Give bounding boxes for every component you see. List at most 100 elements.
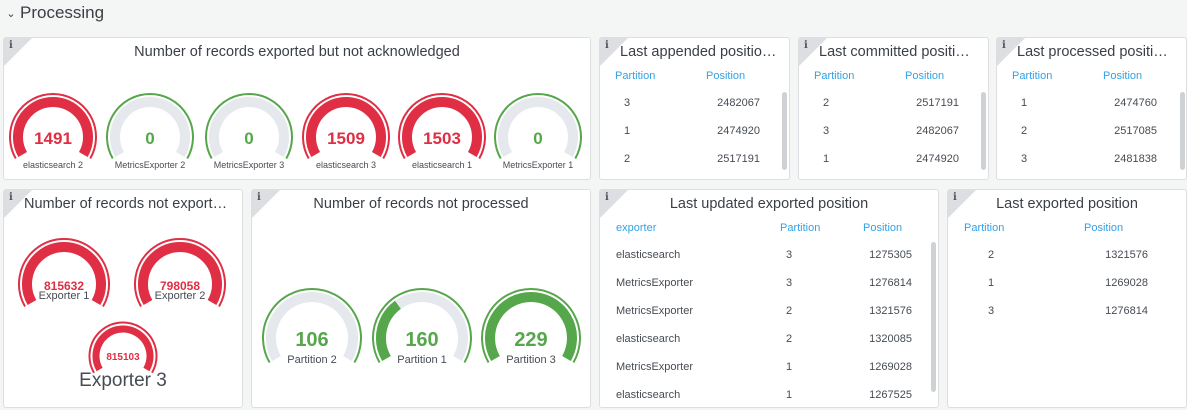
- column-header-partition[interactable]: Partition: [780, 222, 820, 234]
- cell-exporter: elasticsearch: [616, 333, 681, 345]
- cell-position: 2474920: [717, 125, 760, 137]
- cell-exporter: MetricsExporter: [616, 277, 694, 289]
- gauge: 160 Partition 1: [370, 286, 474, 390]
- gauge: 229 Partition 3: [479, 286, 583, 390]
- cell-position: 2481838: [1114, 153, 1157, 165]
- column-header-partition[interactable]: Partition: [964, 222, 1004, 234]
- gauge-label: Exporter 3: [79, 370, 167, 391]
- cell-position: 2482067: [916, 125, 959, 137]
- cell-partition: 3: [988, 305, 995, 317]
- cell-exporter: elasticsearch: [616, 249, 681, 261]
- cell-position: 2482067: [717, 97, 760, 109]
- panel-title[interactable]: Number of records exported but not ackno…: [4, 44, 590, 60]
- panel-title[interactable]: Last updated exported position: [600, 196, 938, 212]
- gauge: 798058 Exporter 2: [132, 236, 228, 332]
- cell-partition: 1: [823, 153, 830, 165]
- gauge-value: 1503: [423, 129, 461, 149]
- cell-partition: 3: [786, 277, 793, 289]
- info-icon[interactable]: i: [1002, 40, 1006, 51]
- cell-position: 1269028: [869, 361, 912, 373]
- info-icon[interactable]: i: [804, 40, 808, 51]
- gauge-label: Exporter 2: [154, 290, 206, 302]
- gauge-label: Partition 3: [506, 354, 556, 366]
- row-header[interactable]: ⌄ Processing: [6, 2, 104, 24]
- gauge-value: 1491: [34, 129, 72, 149]
- cell-position: 2474920: [916, 153, 959, 165]
- info-icon[interactable]: i: [9, 192, 13, 203]
- cell-partition: 1: [786, 361, 793, 373]
- panel-not-processed: i Number of records not processed 106 Par…: [251, 189, 591, 408]
- cell-partition: 3: [823, 125, 830, 137]
- cell-position: 1321576: [1105, 249, 1148, 261]
- cell-position: 1275305: [869, 249, 912, 261]
- gauge-value: 160: [405, 329, 439, 351]
- scrollbar[interactable]: [931, 242, 936, 392]
- panel-last-processed: i Last processed positi… Partition Posit…: [996, 37, 1187, 180]
- panel-title[interactable]: Number of records not export…: [24, 196, 236, 212]
- scrollbar[interactable]: [1180, 92, 1185, 170]
- panel-title[interactable]: Last appended positio…: [620, 44, 783, 60]
- column-header-position[interactable]: Position: [863, 222, 902, 234]
- column-header-position[interactable]: Position: [1103, 70, 1142, 82]
- cell-partition: 2: [786, 305, 793, 317]
- chevron-down-icon[interactable]: ⌄: [6, 7, 16, 20]
- panel-title[interactable]: Number of records not processed: [252, 196, 590, 212]
- cell-position: 2517085: [1114, 125, 1157, 137]
- column-header-partition[interactable]: Partition: [1012, 70, 1052, 82]
- gauge: 106 Partition 2: [260, 286, 364, 390]
- gauge-value: 0: [145, 129, 155, 149]
- scrollbar[interactable]: [782, 92, 787, 170]
- cell-position: 2517191: [717, 153, 760, 165]
- cell-exporter: elasticsearch: [616, 389, 681, 401]
- cell-partition: 1: [988, 277, 995, 289]
- scrollbar[interactable]: [981, 92, 986, 170]
- gauge-value: 815103: [106, 351, 140, 363]
- cell-partition: 3: [624, 97, 631, 109]
- cell-exporter: MetricsExporter: [616, 305, 694, 317]
- gauge: 815103 Exporter 3: [79, 321, 167, 391]
- panel-exported-not-acknowledged: i Number of records exported but not ack…: [3, 37, 591, 180]
- cell-partition: 2: [624, 153, 631, 165]
- column-header-exporter[interactable]: exporter: [616, 222, 656, 234]
- info-icon[interactable]: i: [605, 40, 609, 51]
- cell-partition: 1: [624, 125, 631, 137]
- cell-position: 1276814: [1105, 305, 1148, 317]
- gauge-value: 1509: [327, 129, 365, 149]
- cell-position: 2474760: [1114, 97, 1157, 109]
- row-title: Processing: [20, 3, 105, 22]
- cell-partition: 2: [823, 97, 830, 109]
- gauge-value: 229: [514, 329, 548, 351]
- panel-last-committed: i Last committed positi… Partition Posit…: [798, 37, 989, 180]
- panel-title[interactable]: Last processed positi…: [1017, 44, 1180, 60]
- gauge-value: 106: [295, 329, 329, 351]
- gauge-label: MetricsExporter 1: [502, 160, 574, 170]
- column-header-position[interactable]: Position: [1084, 222, 1123, 234]
- cell-position: 1276814: [869, 277, 912, 289]
- column-header-partition[interactable]: Partition: [814, 70, 854, 82]
- cell-exporter: MetricsExporter: [616, 361, 694, 373]
- panel-title[interactable]: Last exported position: [948, 196, 1186, 212]
- gauge-value: 0: [533, 129, 543, 149]
- panel-last-exported: i Last exported position Partition Posit…: [947, 189, 1187, 408]
- cell-partition: 1: [786, 389, 793, 401]
- cell-partition: 3: [1021, 153, 1028, 165]
- gauge: 0 MetricsExporter 1: [492, 91, 584, 179]
- column-header-position[interactable]: Position: [905, 70, 944, 82]
- cell-position: 1321576: [869, 305, 912, 317]
- cell-partition: 2: [988, 249, 995, 261]
- cell-partition: 2: [1021, 125, 1028, 137]
- panel-last-updated-exported: i Last updated exported position exporte…: [599, 189, 939, 408]
- cell-partition: 3: [786, 249, 793, 261]
- cell-partition: 2: [786, 333, 793, 345]
- column-header-partition[interactable]: Partition: [615, 70, 655, 82]
- cell-partition: 1: [1021, 97, 1028, 109]
- gauge: 815632 Exporter 1: [16, 236, 112, 332]
- cell-position: 1269028: [1105, 277, 1148, 289]
- panel-last-appended: i Last appended positio… Partition Posit…: [599, 37, 790, 180]
- cell-position: 1320085: [869, 333, 912, 345]
- cell-position: 1267525: [869, 389, 912, 401]
- gauge-fill: [92, 325, 154, 372]
- column-header-position[interactable]: Position: [706, 70, 745, 82]
- cell-position: 2517191: [916, 97, 959, 109]
- panel-title[interactable]: Last committed positi…: [819, 44, 982, 60]
